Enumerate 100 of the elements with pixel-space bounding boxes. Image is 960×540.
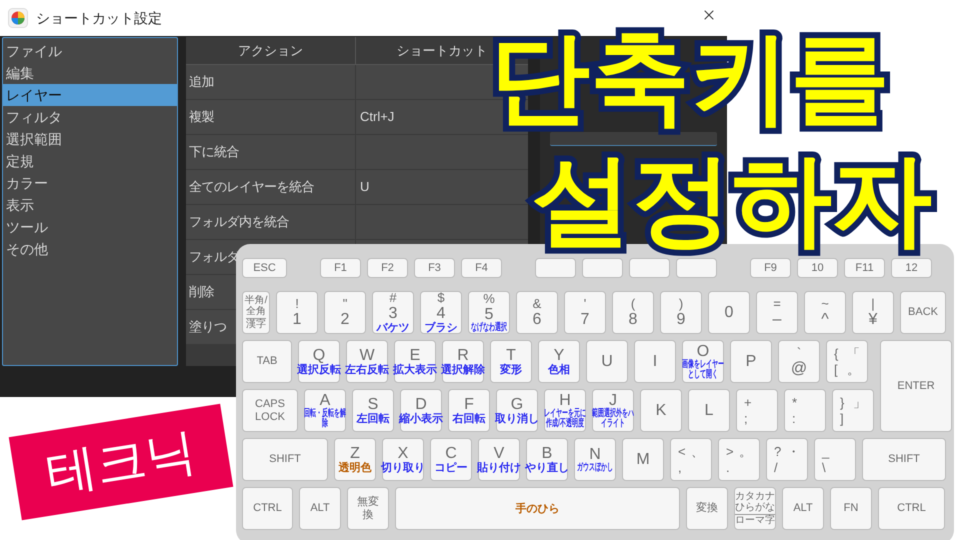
key-label: M	[636, 451, 650, 468]
key-label: S	[368, 396, 378, 413]
keyboard-key: ENTER	[880, 340, 952, 432]
shortcut-label: 拡大表示	[393, 364, 437, 376]
keyboard-key: F4	[461, 258, 502, 278]
table-cell-text: Ctrl+J	[360, 108, 394, 126]
keyboard-key: SHIFT	[242, 438, 328, 481]
category-item[interactable]: ファイル	[3, 40, 177, 62]
keyboard-key	[629, 258, 670, 278]
table-cell-text: フォルダ内を統合	[189, 213, 289, 232]
key-label: E	[410, 347, 420, 364]
key-symbol: .	[726, 460, 730, 476]
keyboard-key: 無変換	[347, 487, 389, 530]
key-label: F	[464, 396, 474, 413]
key-symbol: )	[678, 297, 684, 311]
key-label: 3	[388, 305, 398, 322]
key-symbol: :	[792, 410, 796, 426]
keyboard-key: BACK	[900, 291, 946, 334]
category-item[interactable]: 定規	[3, 150, 177, 172]
key-label: Y	[554, 347, 564, 364]
key-label: ^	[821, 311, 829, 328]
keyboard-key: FN	[830, 487, 872, 530]
key-label: ローマ字	[735, 514, 775, 526]
shortcut-label: 選択解除	[441, 364, 485, 376]
shortcut-label: 透明色	[338, 462, 372, 474]
category-item[interactable]: ツール	[3, 216, 177, 238]
shortcut-label: 手のひら	[516, 502, 560, 514]
shortcut-label: なげなわ選択	[470, 323, 508, 333]
column-header: アクション	[186, 37, 356, 64]
key-label: U	[601, 353, 613, 370]
key-label: 全角	[246, 306, 266, 317]
table-cell-text: 下に統合	[189, 143, 239, 162]
shortcut-label: 回転・反転を解除	[304, 409, 346, 429]
key-symbol: |	[871, 297, 875, 311]
key-symbol: ;	[744, 410, 748, 426]
keyboard-key: CTRL	[242, 487, 293, 530]
key-label: Z	[350, 445, 360, 462]
key-label: 2	[340, 311, 350, 328]
key-symbol: {	[834, 346, 838, 362]
shortcut-label: ガウスぼかし	[576, 463, 614, 473]
key-symbol: ~	[821, 297, 829, 311]
key-label: H	[559, 392, 571, 409]
table-cell-text: 複製	[189, 108, 214, 126]
key-symbol: (	[630, 297, 636, 311]
key-label: D	[415, 396, 427, 413]
key-label: T	[506, 347, 516, 364]
category-item[interactable]: フィルタ	[3, 106, 177, 128]
shortcut-label: コピー	[434, 462, 468, 474]
key-symbol: "	[342, 297, 348, 311]
window-title: ショートカット設定	[36, 8, 162, 28]
panel-button[interactable]	[550, 132, 717, 146]
shortcut-label: 取り消し	[495, 413, 539, 425]
keyboard-key: ALT	[299, 487, 341, 530]
keyboard-key: 12	[891, 258, 932, 278]
key-symbol: 。	[847, 362, 860, 378]
key-label: O	[696, 343, 710, 360]
key-symbol: 」	[853, 394, 866, 410]
keyboard-key: TAB	[242, 340, 292, 383]
key-symbol: &	[532, 297, 542, 311]
shortcut-label: 縮小表示	[399, 413, 443, 425]
category-item[interactable]: カラー	[3, 172, 177, 194]
category-item[interactable]: レイヤー	[3, 84, 177, 106]
shortcut-label: バケツ	[376, 322, 410, 334]
key-symbol: <	[678, 444, 686, 460]
shortcut-label: 変形	[500, 364, 522, 376]
key-symbol: 。	[739, 444, 752, 460]
key-symbol: =	[773, 297, 781, 311]
key-symbol: !	[295, 297, 299, 311]
key-label: N	[589, 446, 601, 463]
table-cell-text: 削除	[189, 283, 214, 302]
key-label: –	[772, 311, 782, 328]
shortcut-label: レイヤーを元に作成/不透明度	[544, 409, 586, 429]
key-label: K	[656, 402, 666, 419]
table-cell-text: 追加	[189, 73, 214, 92]
key-symbol: >	[726, 444, 734, 460]
key-label: V	[494, 445, 504, 462]
keyboard-key: SHIFT	[862, 438, 946, 481]
key-label: 半角/	[244, 295, 268, 306]
keyboard-key: F2	[367, 258, 408, 278]
keyboard-key: ALT	[782, 487, 824, 530]
key-label: I	[652, 353, 658, 370]
keyboard-key: 変換	[686, 487, 728, 530]
table-cell-text: 全てのレイヤーを統合	[189, 178, 314, 196]
keyboard-key: ESC	[242, 258, 287, 278]
category-item[interactable]: その他	[3, 238, 177, 260]
key-symbol: /	[774, 460, 778, 476]
shortcut-label: 貼り付け	[477, 462, 521, 474]
key-label: J	[609, 392, 617, 409]
shortcut-label: 色相	[548, 364, 570, 376]
tag-label: 테크닉	[8, 404, 234, 520]
key-symbol: $	[437, 291, 445, 305]
key-label: カタカナ	[735, 491, 775, 502]
key-label: ¥	[868, 311, 878, 328]
key-symbol: *	[792, 394, 798, 410]
category-item[interactable]: 選択範囲	[3, 128, 177, 150]
key-label: 1	[292, 311, 302, 328]
category-item[interactable]: 編集	[3, 62, 177, 84]
key-label: X	[398, 445, 408, 462]
category-item[interactable]: 表示	[3, 194, 177, 216]
keyboard-key: F1	[320, 258, 361, 278]
